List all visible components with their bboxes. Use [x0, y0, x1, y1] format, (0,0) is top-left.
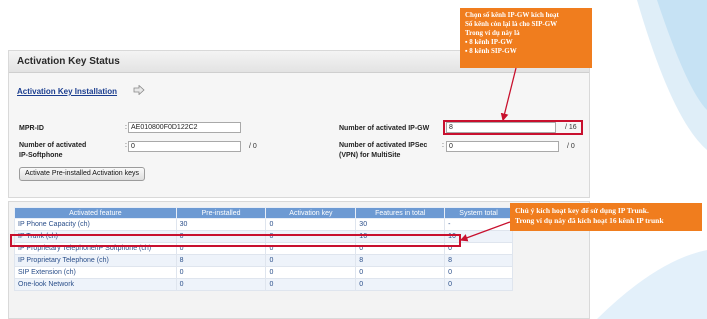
activation-key-cell: 0 — [265, 254, 357, 267]
table-row: IP Proprietary Telephone (ch) 8 0 8 8 — [14, 254, 513, 267]
callout-bullet: 8 kênh IP-GW — [465, 38, 587, 47]
table-row: One-look Network 0 0 0 0 — [14, 278, 513, 291]
activation-key-cell: 0 — [265, 266, 357, 279]
ipgw-callout-note: Chọn số kênh IP-GW kích hoạt Số kênh còn… — [460, 8, 592, 68]
table-row: IP Phone Capacity (ch) 30 0 30 - — [14, 218, 513, 231]
ip-trunk-highlight-box — [10, 234, 461, 247]
col-features-in-total: Features in total — [355, 207, 446, 219]
features-total-cell: 8 — [355, 254, 446, 267]
features-total-cell: 0 — [355, 266, 446, 279]
col-pre-installed: Pre-installed — [175, 207, 267, 219]
system-total-cell: 8 — [444, 254, 513, 267]
feature-table-panel: Activated feature Pre-installed Activati… — [8, 201, 590, 319]
callout-bullet-list: 8 kênh IP-GW 8 kênh SIP-GW — [465, 38, 587, 56]
col-system-total: System total — [444, 207, 513, 219]
col-activated-feature: Activated feature — [14, 207, 177, 219]
table-header-row: Activated feature Pre-installed Activati… — [14, 207, 513, 219]
decorative-wave-background — [597, 0, 707, 319]
panel-title: Activation Key Status — [17, 56, 120, 67]
features-total-cell: 30 — [355, 218, 446, 231]
system-total-cell: - — [444, 218, 513, 231]
col-activation-key: Activation key — [265, 207, 357, 219]
callout-line: Số kênh còn lại là cho SIP-GW — [465, 20, 558, 28]
activated-feature-table: Activated feature Pre-installed Activati… — [14, 207, 513, 291]
ipsec-label-line2: (VPN) for MultiSite — [339, 152, 401, 159]
table-row: SIP Extension (ch) 0 0 0 0 — [14, 266, 513, 279]
mpr-id-colon: : — [125, 124, 127, 131]
arrow-right-icon[interactable] — [133, 85, 145, 95]
callout-line: Trong ví dụ này là — [465, 29, 520, 37]
activate-preinstalled-keys-button[interactable]: Activate Pre-installed Activation keys — [19, 167, 145, 181]
softphone-max: / 0 — [249, 143, 257, 150]
mpr-id-label: MPR-ID — [19, 125, 44, 132]
ip-trunk-callout-note: Chú ý kích hoạt key để sử dụng IP Trunk.… — [510, 203, 702, 231]
activation-key-cell: 0 — [265, 218, 357, 231]
ipsec-field[interactable]: 0 — [446, 141, 559, 152]
feature-cell: IP Proprietary Telephone (ch) — [14, 254, 177, 267]
preinstalled-cell: 0 — [175, 278, 267, 291]
softphone-colon: : — [125, 142, 127, 149]
activation-key-cell: 0 — [265, 278, 357, 291]
ipsec-colon: : — [442, 142, 444, 149]
preinstalled-cell: 30 — [175, 218, 267, 231]
system-total-cell: 0 — [444, 266, 513, 279]
softphone-label-line2: IP-Softphone — [19, 152, 63, 159]
feature-cell: SIP Extension (ch) — [14, 266, 177, 279]
softphone-field[interactable]: 0 — [128, 141, 241, 152]
preinstalled-cell: 0 — [175, 266, 267, 279]
softphone-label-line1: Number of activated — [19, 142, 87, 149]
ipsec-label-line1: Number of activated IPSec — [339, 142, 428, 149]
callout-line: Chọn số kênh IP-GW kích hoạt — [465, 11, 559, 19]
feature-cell: IP Phone Capacity (ch) — [14, 218, 177, 231]
preinstalled-cell: 8 — [175, 254, 267, 267]
callout-bullet: 8 kênh SIP-GW — [465, 47, 587, 56]
ipsec-max: / 0 — [567, 143, 575, 150]
ipgw-label: Number of activated IP-GW — [339, 125, 430, 132]
ipgw-highlight-box — [443, 120, 583, 135]
features-total-cell: 0 — [355, 278, 446, 291]
callout-line: Chú ý kích hoạt key để sử dụng IP Trunk. — [515, 206, 649, 215]
mpr-id-field[interactable]: AE010800F0D122C2 — [128, 122, 241, 133]
feature-cell: One-look Network — [14, 278, 177, 291]
activation-key-installation-link[interactable]: Activation Key Installation — [17, 87, 117, 96]
system-total-cell: 0 — [444, 278, 513, 291]
callout-line: Trong ví dụ này đã kích hoạt 16 kênh IP … — [515, 216, 664, 225]
